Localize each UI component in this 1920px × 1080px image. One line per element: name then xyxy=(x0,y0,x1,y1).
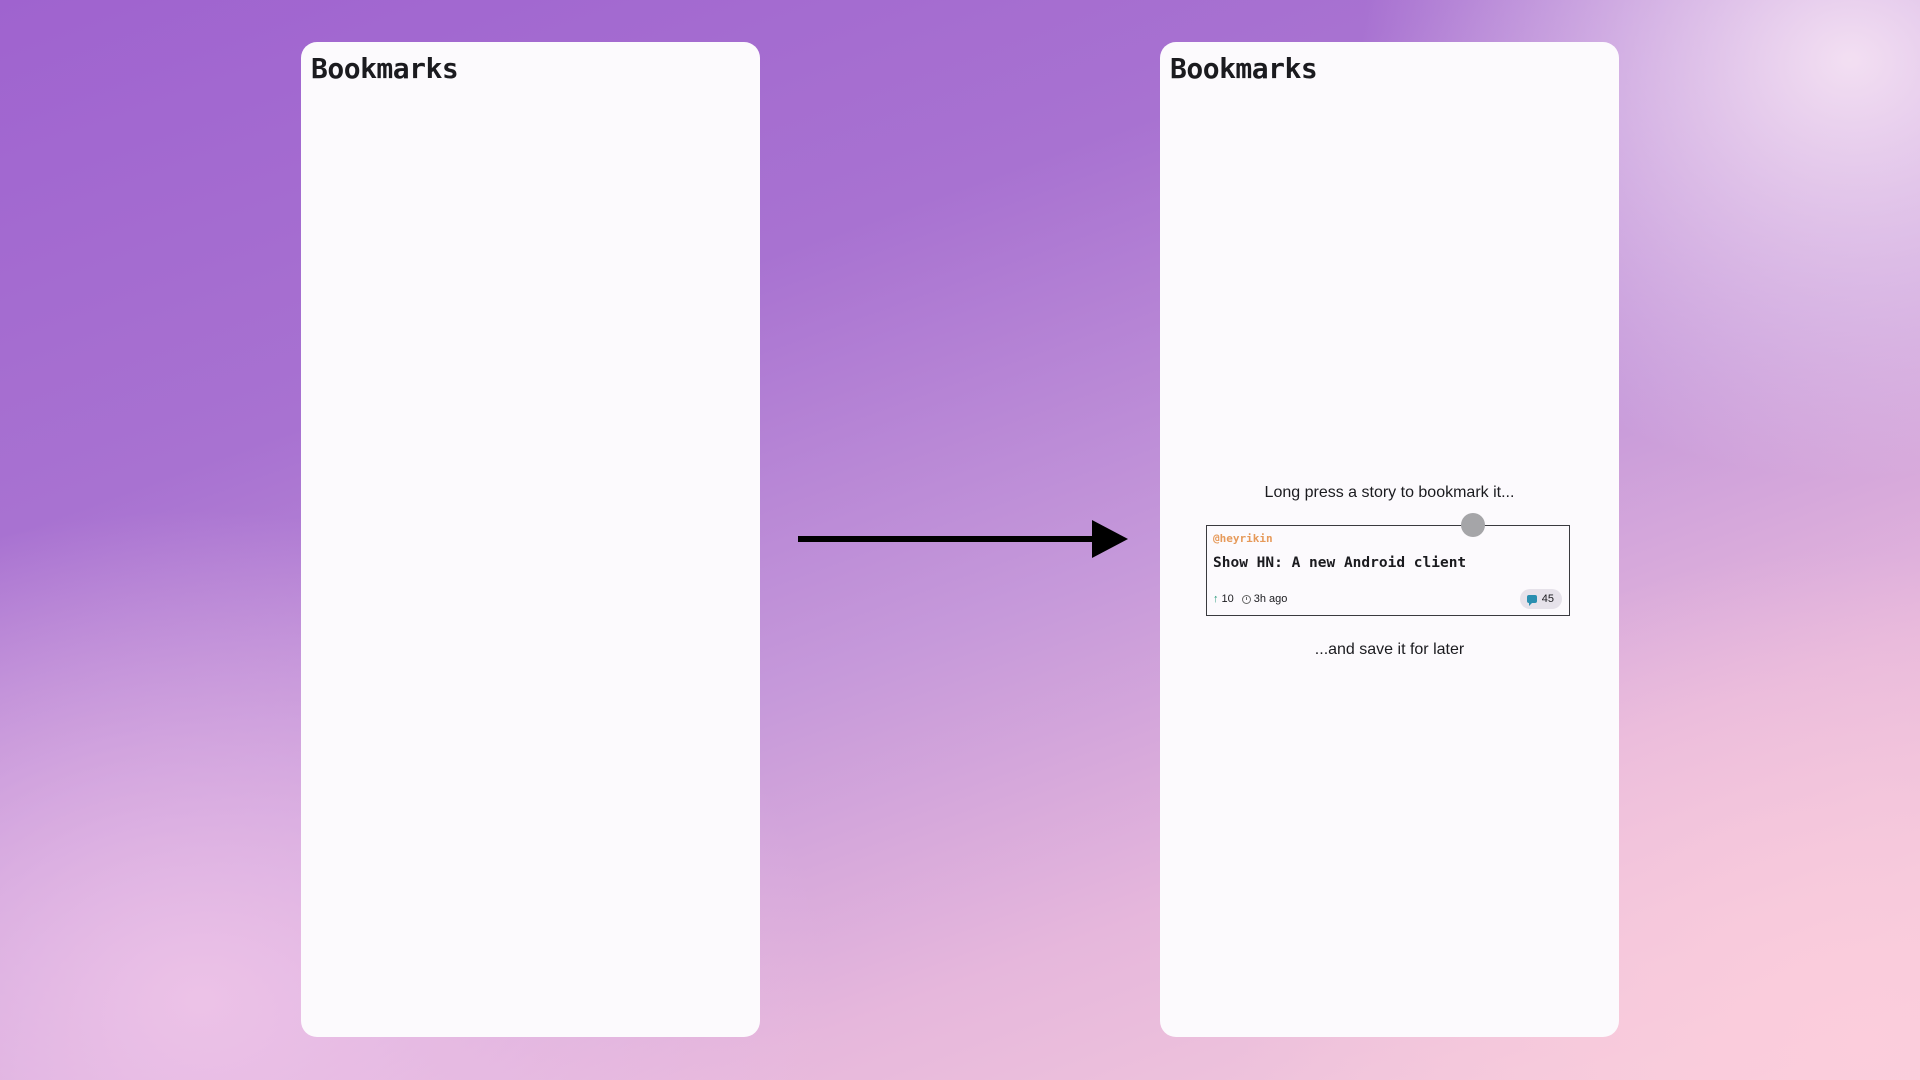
comment-count: 45 xyxy=(1541,593,1554,605)
story-age: 3h ago xyxy=(1253,593,1288,605)
comment-icon xyxy=(1526,595,1537,606)
touch-indicator xyxy=(1461,513,1485,537)
clock-icon xyxy=(1241,594,1251,604)
page-title: Bookmarks xyxy=(1170,52,1318,85)
page-title: Bookmarks xyxy=(311,52,459,85)
story-card[interactable]: @heyrikin Show HN: A new Android client … xyxy=(1206,525,1570,616)
story-author[interactable]: @heyrikin xyxy=(1213,532,1273,545)
bookmarks-screen-before: Bookmarks xyxy=(301,42,760,1037)
comments-button[interactable]: 45 xyxy=(1519,589,1562,609)
story-title[interactable]: Show HN: A new Android client xyxy=(1213,555,1466,571)
story-meta: ↑ 10 3h ago xyxy=(1213,593,1287,605)
hint-long-press: Long press a story to bookmark it... xyxy=(1264,484,1515,501)
arrow-up-icon: ↑ xyxy=(1213,593,1219,605)
bookmarks-screen-after: Bookmarks Long press a story to bookmark… xyxy=(1160,42,1619,1037)
story-points: 10 xyxy=(1221,593,1234,605)
hint-save-later: ...and save it for later xyxy=(1314,641,1465,658)
arrow-right-icon xyxy=(798,520,1128,558)
